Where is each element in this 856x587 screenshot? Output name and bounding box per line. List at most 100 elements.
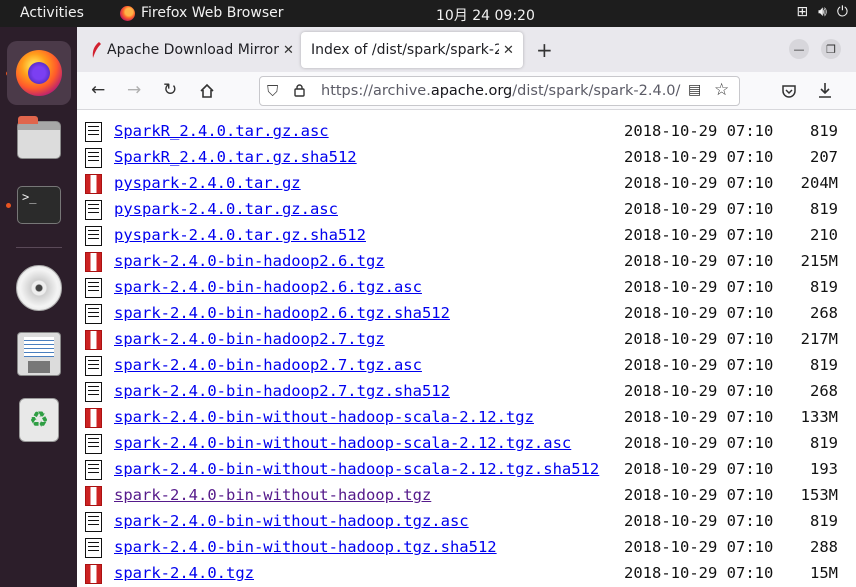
table-row: spark-2.4.0-bin-hadoop2.7.tgz 2018-10-29 …	[77, 327, 856, 353]
binary-file-icon	[85, 408, 102, 428]
dock-disc[interactable]	[7, 256, 71, 320]
dock-separator	[16, 247, 62, 248]
dock-save-drive[interactable]	[7, 322, 71, 386]
text-file-icon	[85, 226, 102, 246]
text-file-icon	[85, 538, 102, 558]
table-row: pyspark-2.4.0.tar.gz.asc 2018-10-29 07:10…	[77, 197, 856, 223]
file-link[interactable]: spark-2.4.0.tgz	[114, 564, 254, 582]
modified-date: 2018-10-29 07:10	[624, 512, 774, 530]
downloads-icon[interactable]	[817, 82, 833, 99]
file-size: 193	[810, 460, 838, 478]
dock-firefox[interactable]	[7, 41, 71, 105]
modified-date: 2018-10-29 07:10	[624, 252, 774, 270]
modified-date: 2018-10-29 07:10	[624, 382, 774, 400]
clock[interactable]: 10月 24 09:20	[436, 5, 535, 25]
directory-listing: SparkR_2.4.0.tar.gz.asc 2018-10-29 07:10 8…	[77, 110, 856, 587]
network-icon[interactable]: ⊞	[796, 4, 808, 20]
table-row: spark-2.4.0-bin-without-hadoop-scala-2.1…	[77, 457, 856, 483]
forward-arrow-icon[interactable]: →	[127, 80, 141, 100]
modified-date: 2018-10-29 07:10	[624, 486, 774, 504]
table-row: pyspark-2.4.0.tar.gz 2018-10-29 07:10 204M	[77, 171, 856, 197]
file-size: 215M	[800, 252, 838, 270]
dock-terminal[interactable]: >_	[7, 173, 71, 237]
tab-close-icon[interactable]: ✕	[503, 43, 514, 58]
dock-files[interactable]	[7, 108, 71, 172]
table-row: spark-2.4.0-bin-without-hadoop.tgz.sha51…	[77, 535, 856, 561]
system-tray[interactable]: ⊞ 🔊︎ ⏻	[796, 4, 848, 20]
binary-file-icon	[85, 486, 102, 506]
binary-file-icon	[85, 252, 102, 272]
navigation-toolbar: ← → ↻ ⛉ https://archive.apache.org/dist/…	[77, 72, 856, 110]
tab-label: Index of /dist/spark/spark-2.	[311, 42, 499, 58]
tab-index-of-spark[interactable]: Index of /dist/spark/spark-2. ✕	[301, 32, 523, 68]
text-file-icon	[85, 434, 102, 454]
reload-icon[interactable]: ↻	[163, 80, 177, 100]
new-tab-button[interactable]: +	[536, 38, 553, 62]
minimize-button[interactable]: —	[789, 39, 809, 59]
file-link[interactable]: spark-2.4.0-bin-hadoop2.6.tgz.asc	[114, 278, 422, 296]
table-row: spark-2.4.0-bin-hadoop2.6.tgz.sha512 2018…	[77, 301, 856, 327]
back-arrow-icon[interactable]: ←	[91, 80, 105, 100]
binary-file-icon	[85, 330, 102, 350]
activities-button[interactable]: Activities	[20, 5, 84, 21]
binary-file-icon	[85, 174, 102, 194]
file-link[interactable]: spark-2.4.0-bin-hadoop2.7.tgz	[114, 330, 385, 348]
terminal-icon: >_	[17, 186, 61, 224]
file-link[interactable]: spark-2.4.0-bin-without-hadoop.tgz.asc	[114, 512, 469, 530]
modified-date: 2018-10-29 07:10	[624, 200, 774, 218]
file-link[interactable]: SparkR_2.4.0.tar.gz.asc	[114, 122, 329, 140]
apache-feather-icon	[92, 42, 101, 58]
file-size: 268	[810, 304, 838, 322]
home-icon[interactable]	[199, 83, 215, 99]
table-row: spark-2.4.0-bin-hadoop2.7.tgz.sha512 2018…	[77, 379, 856, 405]
table-row: spark-2.4.0-bin-hadoop2.6.tgz 2018-10-29 …	[77, 249, 856, 275]
file-link[interactable]: SparkR_2.4.0.tar.gz.sha512	[114, 148, 357, 166]
files-icon	[17, 116, 61, 159]
modified-date: 2018-10-29 07:10	[624, 278, 774, 296]
url-text[interactable]: https://archive.apache.org/dist/spark/sp…	[321, 83, 680, 99]
reader-view-icon[interactable]: ▤	[688, 82, 701, 98]
modified-date: 2018-10-29 07:10	[624, 148, 774, 166]
drive-icon	[17, 332, 61, 376]
modified-date: 2018-10-29 07:10	[624, 330, 774, 348]
file-size: 819	[810, 122, 838, 140]
file-link[interactable]: spark-2.4.0-bin-hadoop2.6.tgz	[114, 252, 385, 270]
file-link[interactable]: spark-2.4.0-bin-hadoop2.7.tgz.asc	[114, 356, 422, 374]
tab-close-icon[interactable]: ✕	[283, 43, 294, 58]
table-row: spark-2.4.0-bin-without-hadoop-scala-2.1…	[77, 405, 856, 431]
text-file-icon	[85, 278, 102, 298]
lock-icon[interactable]	[294, 84, 305, 97]
file-link[interactable]: pyspark-2.4.0.tar.gz.sha512	[114, 226, 366, 244]
file-link[interactable]: spark-2.4.0-bin-hadoop2.6.tgz.sha512	[114, 304, 450, 322]
text-file-icon	[85, 356, 102, 376]
maximize-button[interactable]: ❐	[821, 39, 841, 59]
dock: >_ ♻	[0, 27, 77, 587]
modified-date: 2018-10-29 07:10	[624, 122, 774, 140]
table-row: SparkR_2.4.0.tar.gz.sha512 2018-10-29 07:…	[77, 145, 856, 171]
tab-label: Apache Download Mirror	[107, 42, 279, 58]
trash-icon: ♻	[19, 398, 59, 442]
file-link[interactable]: spark-2.4.0-bin-without-hadoop-scala-2.1…	[114, 434, 571, 452]
volume-icon[interactable]: 🔊︎	[818, 4, 827, 20]
file-link[interactable]: pyspark-2.4.0.tar.gz	[114, 174, 301, 192]
modified-date: 2018-10-29 07:10	[624, 356, 774, 374]
app-menu[interactable]: Firefox Web Browser	[120, 5, 284, 21]
tracking-protection-shield-icon[interactable]: ⛉	[267, 82, 278, 100]
file-link[interactable]: spark-2.4.0-bin-without-hadoop.tgz	[114, 486, 431, 504]
tab-apache-download-mirror[interactable]: Apache Download Mirror ✕	[83, 32, 297, 68]
modified-date: 2018-10-29 07:10	[624, 174, 774, 192]
bookmark-star-icon[interactable]: ☆	[714, 80, 729, 100]
file-link[interactable]: spark-2.4.0-bin-hadoop2.7.tgz.sha512	[114, 382, 450, 400]
file-link[interactable]: spark-2.4.0-bin-without-hadoop.tgz.sha51…	[114, 538, 497, 556]
power-icon[interactable]: ⏻	[837, 4, 848, 20]
url-bar[interactable]: ⛉ https://archive.apache.org/dist/spark/…	[259, 76, 740, 106]
file-link[interactable]: spark-2.4.0-bin-without-hadoop-scala-2.1…	[114, 460, 599, 478]
modified-date: 2018-10-29 07:10	[624, 226, 774, 244]
file-link[interactable]: spark-2.4.0-bin-without-hadoop-scala-2.1…	[114, 408, 534, 426]
dock-trash[interactable]: ♻	[7, 388, 71, 452]
pocket-icon[interactable]	[781, 83, 797, 99]
table-row: SparkR_2.4.0.tar.gz.asc 2018-10-29 07:10 8…	[77, 119, 856, 145]
file-link[interactable]: pyspark-2.4.0.tar.gz.asc	[114, 200, 338, 218]
table-row: spark-2.4.0.tgz 2018-10-29 07:10 15M	[77, 561, 856, 587]
text-file-icon	[85, 148, 102, 168]
